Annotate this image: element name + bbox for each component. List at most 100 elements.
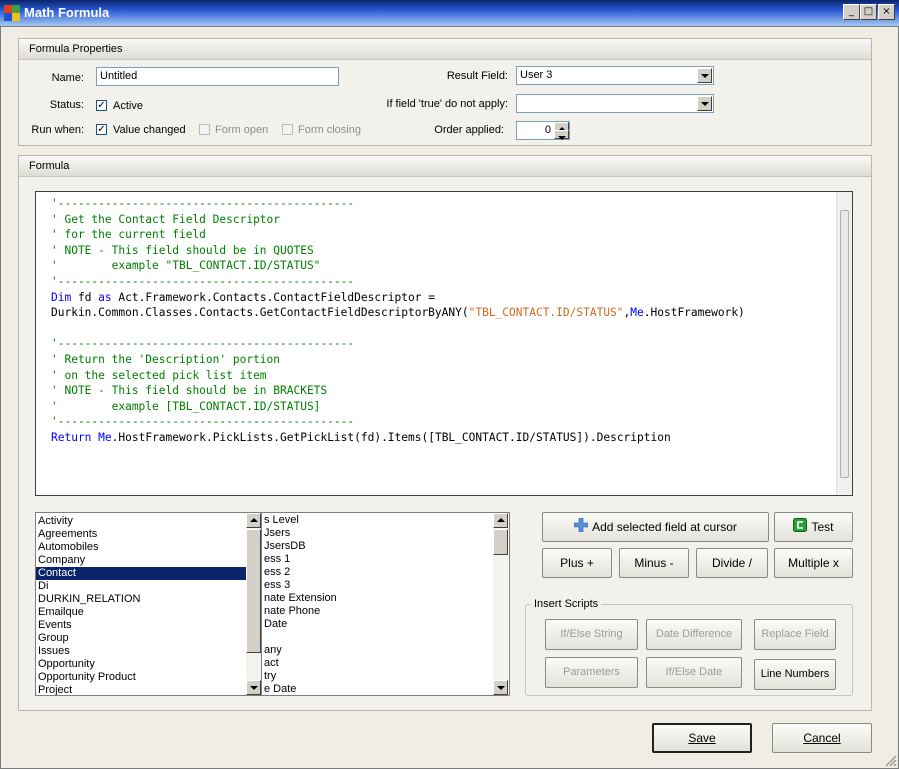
cancel-button[interactable]: Cancel [772, 723, 872, 753]
table-list-scroll-thumb[interactable] [246, 529, 261, 653]
if-else-date-button[interactable]: If/Else Date [646, 657, 742, 688]
if-true-select[interactable] [516, 94, 714, 113]
parameters-button[interactable]: Parameters [545, 657, 638, 688]
code-line: Dim fd as Act.Framework.Contacts.Contact… [51, 290, 745, 306]
save-button[interactable]: Save [652, 723, 752, 753]
resize-grip-icon[interactable] [884, 754, 897, 767]
field-list-scroll-thumb[interactable] [493, 529, 508, 555]
list-item[interactable]: try [262, 670, 492, 683]
scroll-down-icon[interactable] [246, 680, 261, 695]
code-line: ' Get the Contact Field Descriptor [51, 212, 281, 226]
scroll-down-icon[interactable] [493, 680, 508, 695]
code-line: '---------------------------------------… [51, 197, 355, 210]
plus-icon [573, 514, 589, 542]
list-item-selected[interactable]: Contact [36, 567, 246, 580]
if-true-label: If field 'true' do not apply: [386, 98, 508, 110]
list-item[interactable]: ess 3 [262, 579, 492, 592]
list-item[interactable]: Group [36, 632, 246, 645]
code-line: '---------------------------------------… [51, 415, 355, 429]
list-item[interactable]: Opportunity Product [36, 671, 246, 684]
form-closing-checkbox[interactable] [282, 124, 293, 135]
test-button[interactable]: Test [774, 512, 853, 542]
scroll-up-icon[interactable] [493, 513, 508, 528]
field-list-scrollbar[interactable] [493, 513, 508, 695]
list-item[interactable]: JsersDB [262, 540, 492, 553]
list-item[interactable]: Issues [36, 645, 246, 658]
test-icon [793, 514, 808, 542]
minus-button[interactable]: Minus - [619, 548, 689, 578]
field-list[interactable]: s Level Jsers JsersDB ess 1 ess 2 ess 3 … [262, 512, 510, 696]
code-lines: '---------------------------------------… [51, 196, 745, 446]
table-list-scrollbar[interactable] [246, 513, 261, 695]
active-label: Active [113, 100, 143, 112]
code-token: Me [98, 430, 112, 444]
date-difference-button[interactable]: Date Difference [646, 619, 742, 650]
list-item[interactable]: s Level [262, 514, 492, 527]
spin-down-icon[interactable] [554, 130, 569, 140]
list-item[interactable]: Di [36, 580, 246, 593]
list-item[interactable]: nate Extension [262, 592, 492, 605]
chevron-down-icon[interactable] [697, 68, 712, 83]
editor-scrollbar[interactable] [836, 192, 852, 495]
list-item[interactable]: ess 2 [262, 566, 492, 579]
minimize-button[interactable]: _ [843, 4, 860, 20]
list-item[interactable]: Jsers [262, 527, 492, 540]
add-selected-field-button[interactable]: Add selected field at cursor [542, 512, 769, 542]
code-token: Durkin.Common.Classes.Contacts.GetContac… [51, 306, 469, 320]
replace-field-button[interactable]: Replace Field [754, 619, 836, 650]
formula-properties-header: Formula Properties [19, 39, 871, 60]
list-item[interactable]: Events [36, 619, 246, 632]
order-applied-label: Order applied: [434, 124, 504, 136]
value-changed-checkbox[interactable]: ✓ [96, 124, 107, 135]
scroll-up-icon[interactable] [246, 513, 261, 528]
active-checkbox[interactable]: ✓ [96, 100, 107, 111]
if-else-string-button[interactable]: If/Else String [545, 619, 638, 650]
code-line: ' on the selected pick list item [51, 368, 267, 382]
list-item[interactable]: DURKIN_RELATION [36, 593, 246, 606]
list-item[interactable]: Activity [36, 515, 246, 528]
divide-button[interactable]: Divide / [696, 548, 768, 578]
status-label: Status: [49, 99, 84, 111]
code-line: ' NOTE - This field should be in QUOTES [51, 243, 314, 257]
multiple-button[interactable]: Multiple x [774, 548, 853, 578]
list-item[interactable]: Emailque [36, 606, 246, 619]
code-token: Act.Framework.Contacts.ContactFieldDescr… [111, 290, 435, 304]
formula-editor[interactable]: '---------------------------------------… [35, 191, 853, 496]
form-open-checkbox[interactable] [199, 124, 210, 135]
code-token: "TBL_CONTACT.ID/STATUS" [468, 306, 624, 320]
list-item[interactable]: act [262, 657, 492, 670]
list-item[interactable]: Company [36, 554, 246, 567]
maximize-button[interactable]: □ [860, 4, 877, 20]
plus-button[interactable]: Plus + [542, 548, 612, 578]
list-item[interactable]: Opportunity [36, 658, 246, 671]
test-label: Test [811, 520, 834, 534]
list-item[interactable]: e Date [262, 683, 492, 695]
name-input[interactable]: Untitled [96, 67, 339, 86]
code-line: '---------------------------------------… [51, 274, 355, 288]
code-line: Return Me.HostFramework.PickLists.GetPic… [51, 430, 745, 446]
list-item[interactable]: nate Phone [262, 605, 492, 618]
list-item[interactable]: Agreements [36, 528, 246, 541]
list-item[interactable]: Date [262, 618, 492, 631]
code-line: ' Return the 'Description' portion [51, 352, 281, 366]
list-item[interactable]: any [262, 644, 492, 657]
table-list[interactable]: Activity Agreements Automobiles Company … [35, 512, 262, 696]
result-field-select[interactable]: User 3 [516, 66, 714, 85]
list-item[interactable] [262, 631, 492, 644]
window-title: Math Formula [24, 5, 110, 20]
formula-header: Formula [19, 156, 871, 177]
code-token: fd [71, 290, 99, 304]
form-open-label: Form open [215, 124, 269, 136]
list-item[interactable]: ess 1 [262, 553, 492, 566]
code-token: as [98, 290, 112, 304]
list-item[interactable]: Automobiles [36, 541, 246, 554]
line-numbers-button[interactable]: Line Numbers [754, 659, 836, 690]
code-token: .HostFramework) [643, 306, 745, 320]
chevron-down-icon[interactable] [697, 96, 712, 111]
table-list-items: Activity Agreements Automobiles Company … [36, 515, 246, 695]
add-selected-field-label: Add selected field at cursor [592, 520, 737, 534]
editor-scroll-thumb[interactable] [840, 210, 849, 478]
list-item[interactable]: Project [36, 684, 246, 695]
close-button[interactable]: × [878, 4, 895, 20]
